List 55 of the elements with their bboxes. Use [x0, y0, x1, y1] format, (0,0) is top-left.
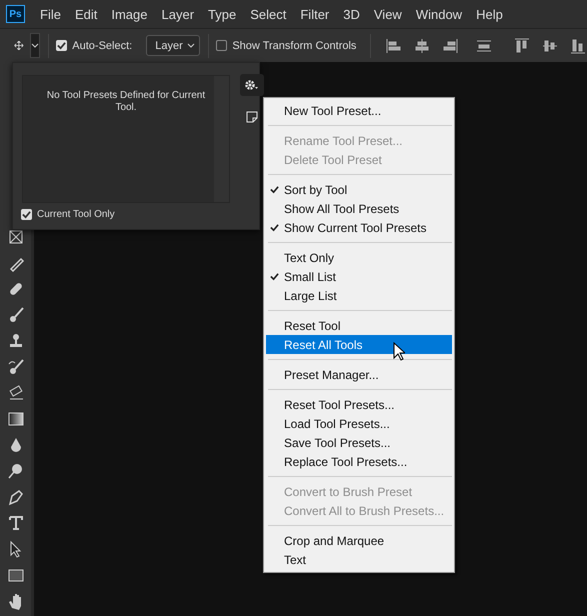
menu-item[interactable]: Edit: [74, 6, 108, 22]
menu-item[interactable]: Load Tool Presets...: [266, 414, 452, 433]
menu-item[interactable]: New Tool Preset...: [266, 101, 452, 120]
dodge-icon[interactable]: [6, 462, 24, 480]
menu-item[interactable]: Save Tool Presets...: [266, 433, 452, 452]
type-icon[interactable]: [6, 514, 24, 532]
eraser-icon[interactable]: [6, 384, 24, 402]
pen-icon[interactable]: [6, 488, 24, 506]
menu-item[interactable]: Show Current Tool Presets: [266, 218, 452, 237]
menu-item[interactable]: Help: [476, 6, 513, 22]
menu-item[interactable]: Small List: [266, 267, 452, 286]
menu-item[interactable]: 3D: [343, 6, 370, 22]
menu-item[interactable]: Text Only: [266, 248, 452, 267]
current-tool-only-label: Current Tool Only: [37, 209, 115, 220]
gradient-icon[interactable]: [6, 410, 24, 428]
menu-item[interactable]: Select: [250, 6, 296, 22]
menu-item[interactable]: Show All Tool Presets: [266, 199, 452, 218]
align-center-icon[interactable]: [413, 36, 432, 54]
menu-item[interactable]: Crop and Marquee: [266, 531, 452, 550]
current-tool-only-checkbox[interactable]: [21, 209, 32, 220]
history-brush-icon[interactable]: [6, 358, 24, 376]
new-preset-icon[interactable]: [246, 111, 258, 123]
align-left-icon[interactable]: [385, 36, 404, 54]
settings-button[interactable]: [240, 74, 264, 96]
align-bottom-icon[interactable]: [569, 36, 587, 54]
menu-item[interactable]: Text: [266, 550, 452, 569]
target-select[interactable]: Layer: [146, 35, 200, 56]
empty-message: No Tool Presets Defined for Current Tool.: [46, 90, 206, 115]
align-right-icon[interactable]: [441, 36, 460, 54]
menu-item[interactable]: Type: [208, 6, 246, 22]
transform-controls-label: Show Transform Controls: [232, 40, 356, 52]
menu-item[interactable]: Reset All Tools: [266, 335, 452, 354]
menu-item[interactable]: Reset Tool Presets...: [266, 395, 452, 414]
menu-item[interactable]: Preset Manager...: [266, 365, 452, 384]
chevron-icon: [30, 42, 39, 48]
chevron-icon: [186, 42, 195, 48]
auto-select-label: Auto-Select:: [72, 40, 132, 52]
menu-item[interactable]: Sort by Tool: [266, 180, 452, 199]
menu-item[interactable]: Large List: [266, 286, 452, 305]
menu-item[interactable]: Image: [111, 6, 158, 22]
menu-item[interactable]: Filter: [300, 6, 340, 22]
frame-icon[interactable]: [6, 228, 24, 246]
mouse-pointer-icon: [393, 342, 405, 361]
menu-item[interactable]: Layer: [162, 6, 204, 22]
align-top-icon[interactable]: [513, 36, 532, 54]
menu-item[interactable]: View: [374, 6, 412, 22]
menu-item[interactable]: Window: [416, 6, 472, 22]
transform-controls-checkbox[interactable]: [216, 40, 228, 51]
app-logo: Ps: [6, 5, 25, 23]
gear-icon: [245, 80, 259, 90]
menu-item[interactable]: Replace Tool Presets...: [266, 452, 452, 471]
menu-item[interactable]: File: [40, 6, 71, 22]
menu-item[interactable]: Reset Tool: [266, 316, 452, 335]
tool-preset-dropdown[interactable]: [30, 33, 40, 58]
auto-select-checkbox[interactable]: [56, 40, 68, 51]
